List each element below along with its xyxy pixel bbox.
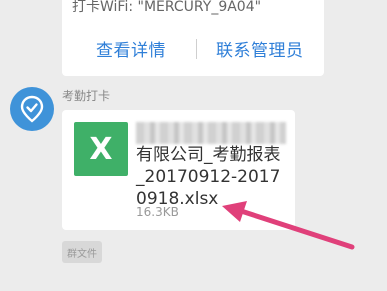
group-file-tag: 群文件 — [62, 241, 102, 263]
sender-name: 考勤打卡 — [62, 89, 111, 103]
card-actions: 查看详情 联系管理员 — [62, 32, 324, 62]
view-details-link[interactable]: 查看详情 — [96, 36, 166, 61]
contact-admin-link[interactable]: 联系管理员 — [216, 36, 304, 61]
excel-icon-letter: X — [89, 131, 113, 167]
file-name: 有限公司_考勤报表_20170912-20170918.xlsx — [136, 145, 281, 209]
redacted-company-name — [136, 122, 286, 144]
file-size: 16.3KB — [136, 205, 179, 219]
wifi-info-text: 打卡WiFi: "MERCURY_9A04" — [72, 0, 262, 15]
attendance-info-card: 打卡WiFi: "MERCURY_9A04" 查看详情 联系管理员 — [62, 0, 324, 76]
sender-avatar[interactable] — [10, 87, 54, 131]
location-pin-icon — [20, 95, 44, 123]
action-divider — [196, 39, 197, 59]
file-message-card[interactable]: X 有限公司_考勤报表_20170912-20170918.xlsx 16.3K… — [62, 110, 295, 230]
excel-file-icon: X — [74, 122, 128, 176]
